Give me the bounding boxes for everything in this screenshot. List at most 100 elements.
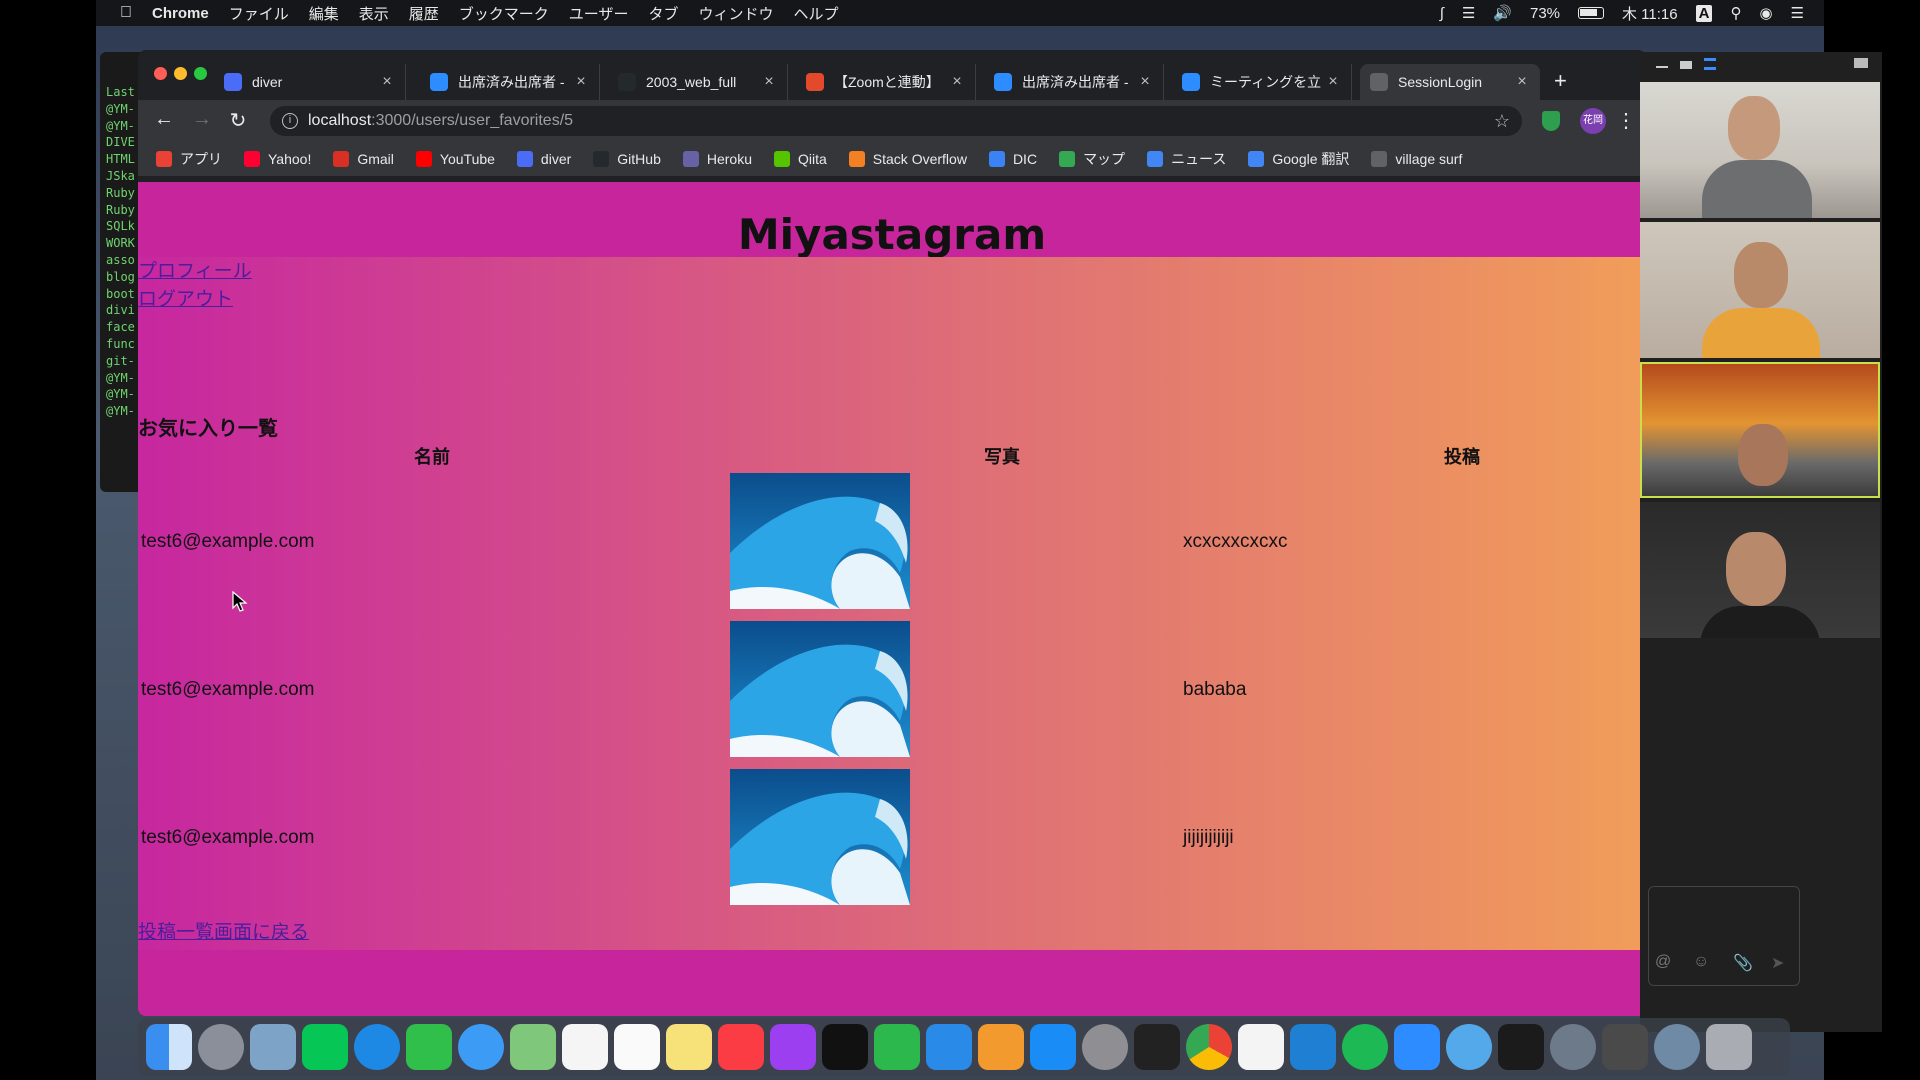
reminders-icon[interactable] <box>614 1024 660 1070</box>
site-info-icon[interactable]: i <box>282 113 298 129</box>
back-button[interactable]: ← <box>150 108 178 131</box>
browser-tab[interactable]: SessionLogin × <box>1360 64 1540 100</box>
launchpad-icon[interactable] <box>198 1024 244 1070</box>
finder-icon[interactable] <box>146 1024 192 1070</box>
close-tab-icon[interactable]: × <box>759 73 779 91</box>
favorite-photo[interactable] <box>730 769 910 905</box>
browser-tab[interactable]: 2003_web_full × <box>608 64 788 100</box>
participant-video-active-speaker[interactable] <box>1640 362 1880 498</box>
zoom-icon[interactable] <box>1394 1024 1440 1070</box>
safari-icon[interactable] <box>354 1024 400 1070</box>
vscode-icon[interactable] <box>1290 1024 1336 1070</box>
close-tab-icon[interactable]: × <box>1323 73 1343 91</box>
participant-video[interactable] <box>1640 82 1880 218</box>
line-icon[interactable] <box>302 1024 348 1070</box>
close-tab-icon[interactable]: × <box>571 73 591 91</box>
numbers-icon[interactable] <box>874 1024 920 1070</box>
menu-history[interactable]: 履歴 <box>409 3 439 24</box>
bookmark-item[interactable]: village surf <box>1371 151 1462 167</box>
app-menu[interactable]: Chrome <box>152 5 209 22</box>
minimize-window-button[interactable] <box>174 67 187 80</box>
menu-people[interactable]: ユーザー <box>569 3 629 24</box>
browser-tab[interactable]: ミーティングを立 × <box>1172 64 1352 100</box>
close-tab-icon[interactable]: × <box>1135 73 1155 91</box>
send-icon[interactable]: ➤ <box>1771 953 1784 973</box>
bookmark-item[interactable]: Stack Overflow <box>848 151 967 167</box>
preview-icon[interactable] <box>250 1024 296 1070</box>
browser-tab[interactable]: 【Zoomと連動】 × <box>796 64 976 100</box>
music-icon[interactable] <box>718 1024 764 1070</box>
bookmark-item[interactable]: Heroku <box>682 151 752 167</box>
bookmark-item[interactable]: ニュース <box>1147 149 1226 169</box>
keyboard-viewer-icon[interactable] <box>1550 1024 1596 1070</box>
participant-video[interactable] <box>1640 222 1880 358</box>
downloads-stack-icon[interactable] <box>1654 1024 1700 1070</box>
mention-icon[interactable]: @ <box>1655 953 1671 971</box>
menu-file[interactable]: ファイル <box>229 3 289 24</box>
activity-monitor-icon[interactable] <box>1498 1024 1544 1070</box>
spotify-icon[interactable] <box>1342 1024 1388 1070</box>
bookmark-item[interactable]: diver <box>516 151 571 167</box>
maps-icon[interactable] <box>510 1024 556 1070</box>
terminal-icon[interactable] <box>1134 1024 1180 1070</box>
bookmark-item[interactable]: GitHub <box>593 151 661 167</box>
app-store-icon[interactable] <box>1030 1024 1076 1070</box>
notes-icon[interactable] <box>666 1024 712 1070</box>
bookmark-item[interactable]: Gmail <box>333 151 394 167</box>
bookmark-item[interactable]: YouTube <box>415 151 495 167</box>
telegram-icon[interactable] <box>1446 1024 1492 1070</box>
expand-icon[interactable] <box>1854 58 1868 68</box>
podcasts-icon[interactable] <box>770 1024 816 1070</box>
menu-bookmarks[interactable]: ブックマーク <box>459 3 549 24</box>
trash-icon[interactable] <box>1706 1024 1752 1070</box>
apple-tv-icon[interactable] <box>822 1024 868 1070</box>
spotlight-icon[interactable]: ⚲ <box>1730 4 1741 22</box>
forward-button[interactable]: → <box>188 108 216 131</box>
menu-window[interactable]: ウィンドウ <box>698 3 773 24</box>
profile-link[interactable]: プロフィール <box>138 256 252 283</box>
input-mode-icon[interactable]: A <box>1695 4 1713 22</box>
facetime-icon[interactable] <box>406 1024 452 1070</box>
chat-input-box[interactable]: @ ☺ 📎 ➤ <box>1648 886 1800 986</box>
emoji-icon[interactable]: ☺ <box>1693 953 1709 971</box>
browser-tab[interactable]: diver × <box>214 64 406 100</box>
logout-link[interactable]: ログアウト <box>138 284 233 311</box>
volume-icon[interactable]: 🔊 <box>1493 4 1512 22</box>
minimize-icon[interactable] <box>1656 66 1668 68</box>
profile-avatar[interactable]: 花岡 <box>1580 108 1606 134</box>
menu-edit[interactable]: 編集 <box>309 3 339 24</box>
system-preferences-icon[interactable] <box>1082 1024 1128 1070</box>
sublime-text-icon[interactable] <box>1602 1024 1648 1070</box>
clock[interactable]: 木 11:16 <box>1622 3 1678 24</box>
browser-tab[interactable]: 出席済み出席者 - × <box>420 64 600 100</box>
bookmark-item[interactable]: マップ <box>1059 149 1125 169</box>
extension-shield-icon[interactable] <box>1542 111 1560 131</box>
notification-center-icon[interactable]: ☰ <box>1791 4 1804 22</box>
bookmark-item[interactable]: Yahoo! <box>244 151 311 167</box>
menu-help[interactable]: ヘルプ <box>794 3 839 24</box>
siri-icon[interactable]: ◉ <box>1759 4 1772 22</box>
browser-tab[interactable]: 出席済み出席者 - × <box>984 64 1164 100</box>
reload-button[interactable]: ↻ <box>224 108 252 133</box>
wifi-icon[interactable]: ☰ <box>1462 4 1475 22</box>
slack-icon[interactable] <box>1238 1024 1284 1070</box>
chrome-icon[interactable] <box>1186 1024 1232 1070</box>
back-to-posts-link[interactable]: 投稿一覧画面に戻る <box>138 917 309 944</box>
favorite-photo[interactable] <box>730 473 910 609</box>
favorite-photo[interactable] <box>730 621 910 757</box>
calendar-icon[interactable] <box>562 1024 608 1070</box>
close-tab-icon[interactable]: × <box>947 73 967 91</box>
chrome-menu-icon[interactable]: ⋮ <box>1616 108 1636 133</box>
address-bar[interactable]: i localhost:3000/users/user_favorites/5 … <box>270 106 1522 136</box>
layout-icon[interactable] <box>1680 61 1692 69</box>
battery-percent[interactable]: 73% <box>1530 5 1560 22</box>
maximize-window-button[interactable] <box>194 67 207 80</box>
bookmark-item[interactable]: DIC <box>988 151 1037 167</box>
menu-tab[interactable]: タブ <box>648 3 678 24</box>
attach-icon[interactable]: 📎 <box>1733 953 1753 973</box>
apple-menu-icon[interactable]:  <box>120 4 132 22</box>
menu-view[interactable]: 表示 <box>359 3 389 24</box>
close-tab-icon[interactable]: × <box>1512 73 1532 91</box>
close-tab-icon[interactable]: × <box>377 73 397 91</box>
bookmark-item[interactable]: Qiita <box>774 151 827 167</box>
